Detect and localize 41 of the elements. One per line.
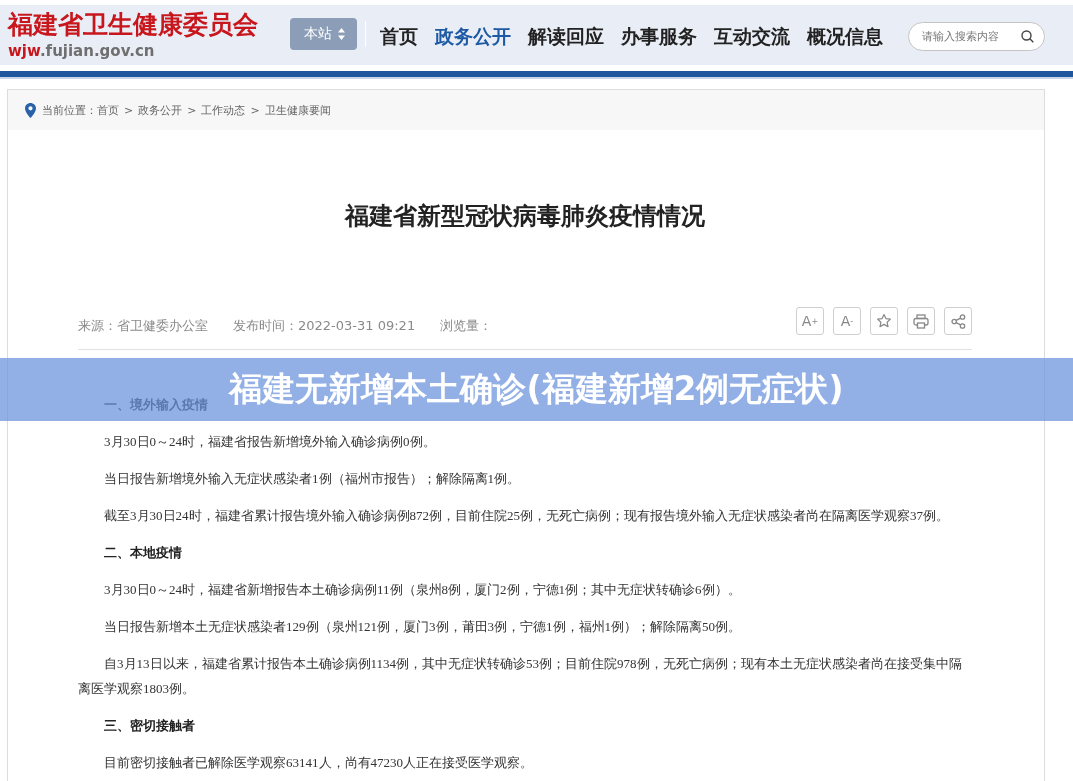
body-paragraph: 自3月13日以来，福建省累计报告本土确诊病例1134例，其中无症状转确诊53例；目前住院978例，无死亡病例；现有本土无症状感染者尚在接受集中隔离医学观察1803例。 — [78, 655, 963, 698]
breadcrumb-link[interactable]: 工作动态 — [201, 102, 246, 118]
share-icon — [950, 313, 966, 329]
article-title: 福建省新型冠状病毒肺炎疫情情况 — [343, 201, 706, 232]
nav-tab[interactable]: 概况信息 — [807, 24, 883, 48]
breadcrumb-separator: > — [124, 103, 134, 117]
body-paragraph: 当日报告新增境外输入无症状感染者1例（福州市报告）；解除隔离1例。 — [103, 470, 521, 488]
search-field[interactable]: 请输入搜索内容 — [908, 22, 1045, 51]
font-size-button[interactable]: A$^{+}$ — [796, 307, 824, 335]
printer-icon — [913, 313, 929, 329]
section-heading: 三、密切接触者 — [103, 717, 196, 735]
site-logo-title: 福建省卫生健康委员会 — [8, 10, 259, 40]
breadcrumb-separator: > — [187, 103, 197, 117]
nav-tab[interactable]: 首页 — [380, 24, 418, 48]
article-meta: 发布时间：2022-03-31 09:21 — [233, 317, 416, 335]
body-paragraph: 3月30日0～24时，福建省报告新增境外输入确诊病例0例。 — [103, 433, 437, 451]
nav-tab[interactable]: 政务公开 — [435, 24, 511, 48]
star-icon — [876, 313, 892, 329]
breadcrumb-link[interactable]: 政务公开 — [138, 102, 183, 118]
body-paragraph: 目前密切接触者已解除医学观察63141人，尚有47230人正在接受医学观察。 — [103, 754, 534, 772]
section-heading: 二、本地疫情 — [103, 544, 183, 562]
font-size-button[interactable]: A$^{-}$ — [833, 307, 861, 335]
nav-tab[interactable]: 解读回应 — [528, 24, 604, 48]
breadcrumb-separator: > — [250, 103, 260, 117]
print-button[interactable] — [907, 307, 935, 335]
favorite-button[interactable] — [870, 307, 898, 335]
search-icon[interactable] — [1021, 30, 1034, 43]
nav-tab[interactable]: 办事服务 — [621, 24, 697, 48]
breadcrumb-label: 当前位置： — [42, 102, 97, 118]
breadcrumb-link[interactable]: 卫生健康要闻 — [264, 102, 331, 118]
article-meta: 浏览量： — [440, 317, 493, 335]
nav-tab[interactable]: 互动交流 — [714, 24, 790, 48]
body-paragraph: 3月30日0～24时，福建省新增报告本土确诊病例11例（泉州8例，厦门2例，宁德1例；其中无症状转确诊6例）。 — [103, 581, 742, 599]
share-button[interactable] — [944, 307, 972, 335]
site-domain: wjw.fujian.gov.cn — [8, 42, 156, 60]
body-paragraph: 截至3月30日24时，福建省累计报告境外输入确诊病例872例，目前住院25例，无死亡病例；现有报告境外输入无症状感染者尚在隔离医学观察37例。 — [103, 507, 950, 525]
breadcrumb-link[interactable]: 首页 — [97, 102, 119, 118]
updown-caret-icon — [338, 28, 345, 40]
location-pin-icon — [25, 102, 36, 118]
body-paragraph: 当日报告新增本土无症状感染者129例（泉州121例，厦门3例，莆田3例，宁德1例，福州1例）；解除隔离50例。 — [103, 618, 742, 636]
article-meta: 来源：省卫健委办公室 — [78, 317, 208, 335]
